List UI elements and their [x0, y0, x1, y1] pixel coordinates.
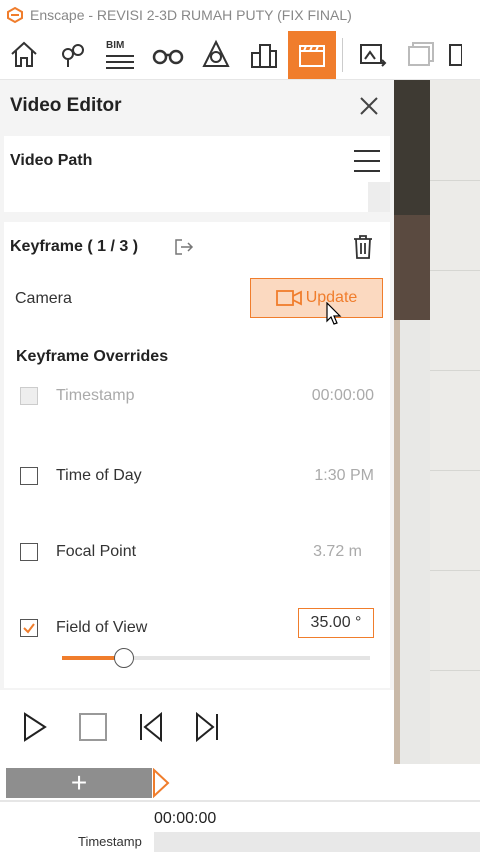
window-title: Enscape - REVISI 2-3D RUMAH PUTY (FIX FI… [30, 7, 352, 23]
previous-keyframe-icon[interactable] [138, 712, 164, 742]
clapperboard-icon [299, 44, 325, 67]
perspective-icon [202, 39, 230, 67]
keyframe-card: Keyframe ( 1 / 3 ) Camera Update Keyfram… [4, 222, 390, 688]
video-editor-panel: Video Editor Video Path Keyframe ( 1 / 3… [0, 80, 394, 764]
video-path-title: Video Path [10, 152, 93, 169]
batch-export-button[interactable] [397, 31, 445, 79]
views-button[interactable] [48, 31, 96, 79]
bim-button[interactable]: BIM [96, 31, 144, 79]
field-of-view-slider[interactable] [62, 648, 370, 668]
trash-icon[interactable] [352, 234, 374, 260]
time-of-day-label: Time of Day [56, 467, 142, 484]
camera-label: Camera [15, 290, 72, 307]
menu-icon[interactable] [352, 148, 382, 174]
field-of-view-input[interactable]: 35.00 ° [298, 608, 374, 638]
home-icon [11, 41, 37, 67]
field-of-view-checkbox[interactable] [20, 619, 38, 637]
video-camera-icon [275, 290, 302, 306]
title-bar: Enscape - REVISI 2-3D RUMAH PUTY (FIX FI… [0, 0, 480, 30]
play-icon[interactable] [22, 712, 48, 742]
walk-mode-button[interactable] [144, 31, 192, 79]
timeline: + 00:00:00 Timestamp [0, 764, 480, 854]
binoculars-icon [152, 49, 184, 64]
add-keyframe-button[interactable]: + [6, 768, 152, 798]
enscape-logo-icon [7, 6, 23, 24]
playback-controls [0, 690, 394, 764]
stop-icon[interactable] [78, 712, 108, 742]
override-time-of-day: Time of Day 1:30 PM [20, 464, 374, 488]
add-keyframe-label: + [70, 767, 88, 798]
panel-title: Video Editor [10, 95, 122, 116]
batch-export-icon [408, 41, 434, 66]
time-of-day-checkbox[interactable] [20, 467, 38, 485]
update-camera-button[interactable]: Update [250, 278, 383, 318]
location-pin-icon [62, 43, 84, 67]
keyframe-title: Keyframe ( 1 / 3 ) [10, 238, 139, 255]
toolbar-separator [342, 37, 343, 72]
field-of-view-label: Field of View [56, 619, 148, 636]
video-editor-button[interactable] [288, 30, 336, 79]
timestamp-checkbox[interactable] [20, 387, 38, 405]
time-of-day-value: 1:30 PM [314, 467, 374, 484]
panel-header: Video Editor [0, 80, 394, 132]
focal-point-label: Focal Point [56, 543, 137, 560]
timeline-row-label: Timestamp [78, 834, 142, 849]
close-icon[interactable] [358, 95, 380, 117]
override-field-of-view: Field of View 35.00 ° [20, 608, 374, 640]
site-context-button[interactable] [240, 31, 288, 79]
export-icon [449, 43, 462, 66]
override-timestamp: Timestamp 00:00:00 [20, 384, 374, 408]
video-path-card: Video Path [4, 136, 390, 212]
field-of-view-value: 35.00 ° [310, 614, 362, 631]
screenshot-button[interactable] [349, 31, 397, 79]
focal-point-value: 3.72 m [313, 543, 362, 560]
keyframe-marker-icon[interactable] [152, 768, 170, 798]
bim-icon: BIM [106, 40, 134, 69]
video-path-scrollbar[interactable] [368, 182, 390, 212]
slider-thumb[interactable] [113, 648, 134, 668]
timeline-time: 00:00:00 [154, 810, 217, 827]
checkmark-icon [23, 623, 35, 634]
export-button[interactable] [445, 31, 465, 79]
export-image-icon [360, 43, 387, 67]
timestamp-label: Timestamp [56, 387, 135, 404]
focal-point-checkbox[interactable] [20, 543, 38, 561]
home-button[interactable] [0, 31, 48, 79]
render-viewport[interactable] [394, 80, 480, 764]
perspective-button[interactable] [192, 31, 240, 79]
overrides-title: Keyframe Overrides [16, 348, 169, 365]
override-focal-point: Focal Point 3.72 m [20, 540, 374, 564]
timestamp-value: 00:00:00 [311, 387, 374, 404]
mouse-cursor-icon [326, 302, 342, 325]
exit-keyframe-icon[interactable] [174, 238, 194, 256]
next-keyframe-icon[interactable] [194, 712, 220, 742]
timeline-row-bar [154, 832, 480, 852]
timeline-track [0, 800, 480, 802]
main-toolbar: BIM [0, 30, 480, 80]
buildings-icon [251, 43, 277, 68]
